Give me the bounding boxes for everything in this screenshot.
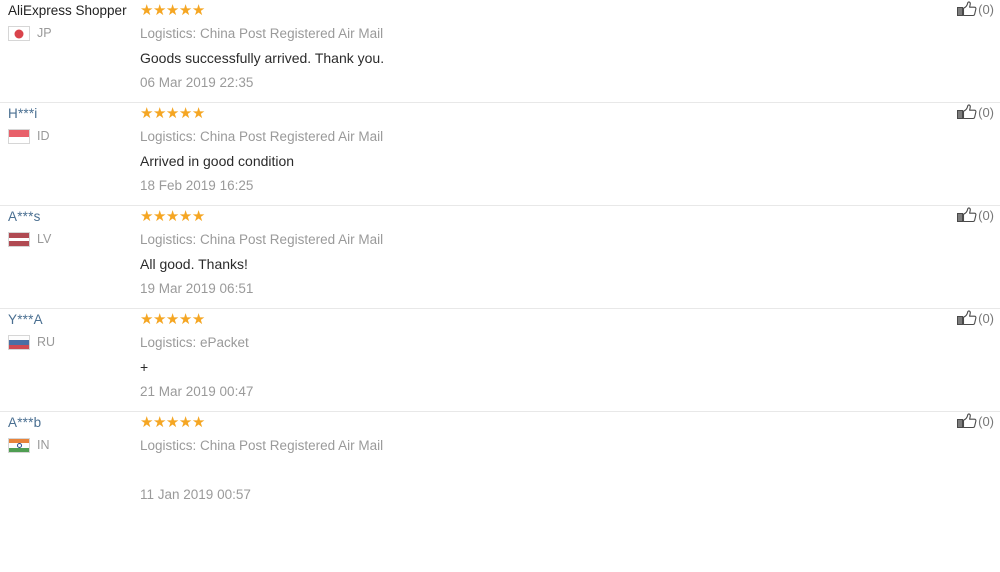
review-date: 11 Jan 2019 00:57 (140, 487, 251, 502)
review-body-text (140, 459, 924, 482)
star-icon: ★ (165, 414, 179, 431)
review-date: 18 Feb 2019 16:25 (140, 178, 254, 193)
review-content-column: ★★★★★ Logistics: China Post Registered Ai… (140, 0, 934, 93)
review-row: Y***A RU ★★★★★ Logistics: ePacket +21 Mar 20… (0, 309, 1000, 412)
star-icon: ★ (178, 311, 192, 328)
review-user-column: A***s LV (0, 206, 140, 247)
logistics-label: Logistics: ePacket (140, 335, 249, 350)
helpful-count-label: (0) (978, 208, 994, 223)
reviewer-username[interactable]: H***i (8, 104, 140, 123)
review-row: A***b IN ★★★★★ Logistics: China Post Regist… (0, 412, 1000, 514)
thumb-up-icon[interactable] (957, 1, 977, 19)
feedback-review-list: AliExpress Shopper JP ★★★★★ Logistics: Chin… (0, 0, 1000, 514)
reviewer-username[interactable]: A***s (8, 207, 140, 226)
star-icon: ★ (191, 208, 205, 225)
reviewer-country: ID (8, 129, 140, 144)
star-icon: ★ (152, 311, 166, 328)
helpful-count-label: (0) (978, 311, 994, 326)
star-rating: ★★★★★ (140, 208, 924, 226)
review-body-text: Goods successfully arrived. Thank you. (140, 50, 385, 66)
star-icon: ★ (191, 2, 205, 19)
star-icon: ★ (140, 2, 153, 19)
id-flag-icon (8, 129, 30, 144)
star-icon: ★ (140, 105, 153, 122)
jp-flag-icon (8, 26, 30, 41)
review-content-column: ★★★★★ Logistics: ePacket +21 Mar 2019 00:4… (140, 309, 934, 402)
review-date: 19 Mar 2019 06:51 (140, 281, 254, 296)
review-body-text: All good. Thanks! (140, 256, 248, 272)
reviewer-username: AliExpress Shopper (8, 3, 127, 18)
reviewer-country: LV (8, 232, 140, 247)
helpful-vote-button[interactable]: (0) (934, 412, 1000, 431)
review-user-column: Y***A RU (0, 309, 140, 350)
star-icon: ★ (152, 2, 166, 19)
star-icon: ★ (152, 208, 166, 225)
star-icon: ★ (165, 208, 179, 225)
country-code-label: RU (37, 335, 56, 349)
helpful-count-label: (0) (978, 105, 994, 120)
star-icon: ★ (140, 208, 153, 225)
logistics-label: Logistics: China Post Registered Air Mai… (140, 232, 384, 247)
reviewer-username[interactable]: A***b (8, 413, 140, 432)
logistics-label: Logistics: China Post Registered Air Mai… (140, 129, 384, 144)
helpful-vote-button[interactable]: (0) (934, 0, 1000, 19)
in-flag-icon (8, 438, 30, 453)
star-icon: ★ (140, 311, 153, 328)
helpful-count-label: (0) (978, 2, 994, 17)
helpful-count-label: (0) (978, 414, 994, 429)
star-icon: ★ (191, 414, 205, 431)
star-icon: ★ (178, 414, 192, 431)
helpful-vote-button[interactable]: (0) (934, 206, 1000, 225)
review-date: 06 Mar 2019 22:35 (140, 75, 254, 90)
review-content-column: ★★★★★ Logistics: China Post Registered Ai… (140, 206, 934, 299)
star-icon: ★ (165, 311, 179, 328)
country-code-label: JP (37, 26, 52, 40)
star-rating: ★★★★★ (140, 105, 924, 123)
reviewer-country: JP (8, 26, 140, 41)
star-icon: ★ (178, 208, 192, 225)
review-user-column: AliExpress Shopper JP (0, 0, 140, 41)
star-icon: ★ (178, 2, 192, 19)
review-user-column: H***i ID (0, 103, 140, 144)
reviewer-username[interactable]: Y***A (8, 310, 140, 329)
thumb-up-icon[interactable] (957, 104, 977, 122)
lv-flag-icon (8, 232, 30, 247)
star-icon: ★ (140, 414, 153, 431)
star-icon: ★ (178, 105, 192, 122)
thumb-up-icon[interactable] (957, 310, 977, 328)
reviewer-country: RU (8, 335, 140, 350)
logistics-label: Logistics: China Post Registered Air Mai… (140, 26, 384, 41)
review-user-column: A***b IN (0, 412, 140, 453)
helpful-vote-button[interactable]: (0) (934, 103, 1000, 122)
star-icon: ★ (165, 105, 179, 122)
ru-flag-icon (8, 335, 30, 350)
reviewer-country: IN (8, 438, 140, 453)
review-body-text: Arrived in good condition (140, 153, 295, 169)
star-rating: ★★★★★ (140, 2, 924, 20)
country-code-label: IN (37, 438, 50, 452)
star-rating: ★★★★★ (140, 414, 924, 432)
star-icon: ★ (152, 414, 166, 431)
country-code-label: LV (37, 232, 52, 246)
review-content-column: ★★★★★ Logistics: China Post Registered Ai… (140, 103, 934, 196)
review-content-column: ★★★★★ Logistics: China Post Registered Ai… (140, 412, 934, 505)
helpful-vote-button[interactable]: (0) (934, 309, 1000, 328)
review-date: 21 Mar 2019 00:47 (140, 384, 254, 399)
thumb-up-icon[interactable] (957, 207, 977, 225)
review-row: AliExpress Shopper JP ★★★★★ Logistics: Chin… (0, 0, 1000, 103)
review-row: A***s LV ★★★★★ Logistics: China Post Regist… (0, 206, 1000, 309)
review-body-text: + (140, 359, 149, 375)
star-icon: ★ (152, 105, 166, 122)
thumb-up-icon[interactable] (957, 413, 977, 431)
star-icon: ★ (191, 311, 205, 328)
review-row: H***i ID ★★★★★ Logistics: China Post Regist… (0, 103, 1000, 206)
logistics-label: Logistics: China Post Registered Air Mai… (140, 438, 384, 453)
star-icon: ★ (165, 2, 179, 19)
country-code-label: ID (37, 129, 50, 143)
star-icon: ★ (191, 105, 205, 122)
star-rating: ★★★★★ (140, 311, 924, 329)
